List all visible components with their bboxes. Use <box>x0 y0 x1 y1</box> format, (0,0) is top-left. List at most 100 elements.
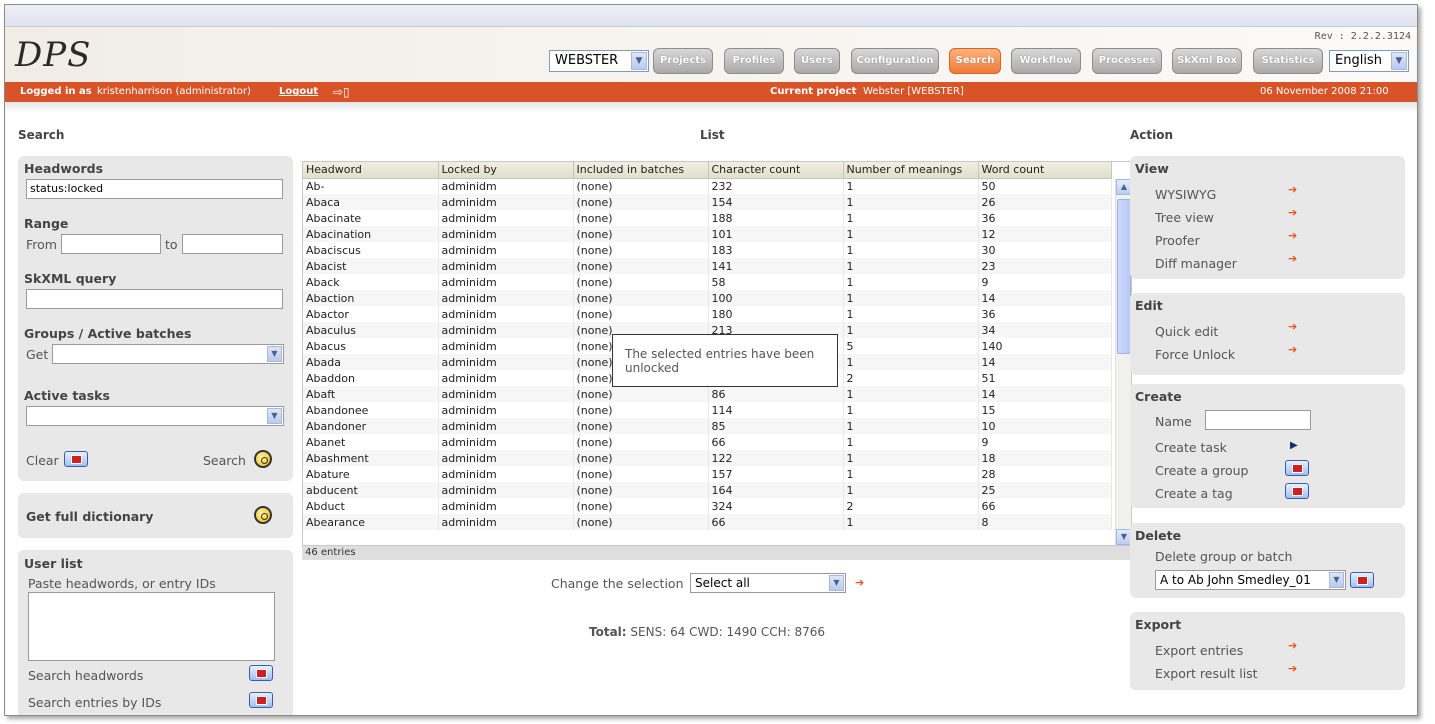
create-group[interactable]: Create a group <box>1155 463 1248 478</box>
arrow-right-icon[interactable]: ➔ <box>1288 321 1300 333</box>
grid-scrollbar[interactable]: ▲ ▼ <box>1115 179 1132 545</box>
table-row[interactable]: Abandonee adminidm (none) 114 1 15 <box>303 402 1112 418</box>
arrow-right-icon[interactable]: ➔ <box>1288 663 1300 675</box>
scroll-thumb[interactable] <box>1117 199 1131 354</box>
table-cell: adminidm <box>438 450 574 466</box>
arrow-right-icon[interactable]: ➔ <box>1288 640 1300 652</box>
create-group-icon[interactable] <box>1285 460 1309 476</box>
table-cell: Abanet <box>303 434 439 450</box>
table-row[interactable]: Abduct adminidm (none) 324 2 66 <box>303 498 1112 514</box>
force-unlock[interactable]: Force Unlock <box>1155 347 1235 362</box>
nav-configuration[interactable]: Configuration <box>851 48 939 74</box>
nav-projects[interactable]: Projects <box>653 48 713 74</box>
chevron-down-icon[interactable]: ▼ <box>1391 52 1407 70</box>
export-entries[interactable]: Export entries <box>1155 643 1243 658</box>
table-cell: Abacinate <box>303 210 439 226</box>
table-cell: (none) <box>573 450 709 466</box>
nav-statistics[interactable]: Statistics <box>1253 48 1323 74</box>
table-row[interactable]: Abaciscus adminidm (none) 183 1 30 <box>303 242 1112 258</box>
range-from-input[interactable] <box>61 234 161 254</box>
col-word-count[interactable]: Word count <box>978 162 1112 179</box>
chevron-down-icon[interactable]: ▼ <box>267 408 282 424</box>
project-select[interactable]: WEBSTER ▼ <box>549 50 649 72</box>
view-diff-manager[interactable]: Diff manager <box>1155 256 1237 271</box>
chevron-down-icon[interactable]: ▼ <box>631 52 647 70</box>
table-row[interactable]: Abearance adminidm (none) 66 1 8 <box>303 514 1112 530</box>
clear-icon[interactable] <box>64 451 88 467</box>
arrow-right-icon[interactable]: ➔ <box>1288 184 1300 196</box>
user-list-textarea[interactable] <box>28 592 275 661</box>
create-tag[interactable]: Create a tag <box>1155 486 1233 501</box>
header-banner: DPS Rev : 2.2.2.3124 WEBSTER ▼ Projects … <box>5 27 1417 82</box>
table-row[interactable]: Abaction adminidm (none) 100 1 14 <box>303 290 1112 306</box>
view-wysiwyg[interactable]: WYSIWYG <box>1155 187 1216 202</box>
delete-icon[interactable] <box>1350 572 1374 588</box>
switch-user-icon[interactable]: ⇨▯ <box>333 82 350 102</box>
table-cell: 114 <box>708 402 844 418</box>
nav-search[interactable]: Search <box>949 48 1001 74</box>
table-row[interactable]: Abaft adminidm (none) 86 1 14 <box>303 386 1112 402</box>
chevron-down-icon[interactable]: ▼ <box>1329 572 1344 588</box>
table-cell: 1 <box>843 402 979 418</box>
table-row[interactable]: Abandoner adminidm (none) 85 1 10 <box>303 418 1112 434</box>
search-icon[interactable] <box>254 506 272 524</box>
col-number-meanings[interactable]: Number of meanings <box>843 162 979 179</box>
nav-processes[interactable]: Processes <box>1092 48 1162 74</box>
chevron-down-icon[interactable]: ▼ <box>829 575 844 591</box>
table-cell: adminidm <box>438 290 574 306</box>
delete-select[interactable]: A to Ab John Smedley_01 ▼ <box>1155 570 1346 590</box>
view-proofer[interactable]: Proofer <box>1155 233 1200 248</box>
arrow-right-icon[interactable]: ➔ <box>1288 207 1300 219</box>
create-tag-icon[interactable] <box>1285 483 1309 499</box>
col-locked-by[interactable]: Locked by <box>438 162 574 179</box>
table-row[interactable]: Abature adminidm (none) 157 1 28 <box>303 466 1112 482</box>
table-row[interactable]: Aback adminidm (none) 58 1 9 <box>303 274 1112 290</box>
nav-skxml-box[interactable]: SkXml Box <box>1172 48 1242 74</box>
logout-link[interactable]: Logout <box>279 82 318 102</box>
name-input[interactable] <box>1205 410 1311 430</box>
export-result-list[interactable]: Export result list <box>1155 666 1258 681</box>
skxml-query-input[interactable] <box>26 289 283 309</box>
table-row[interactable]: Abactor adminidm (none) 180 1 36 <box>303 306 1112 322</box>
table-header-row: Headword Locked by Included in batches C… <box>303 162 1112 179</box>
change-selection-select[interactable]: Select all ▼ <box>690 573 846 593</box>
search-headwords-icon[interactable] <box>249 665 273 681</box>
apply-arrow-icon[interactable]: ➔ <box>855 577 867 589</box>
arrow-right-icon[interactable]: ➔ <box>1288 344 1300 356</box>
revision-label: Rev : 2.2.2.3124 <box>1314 31 1411 42</box>
table-row[interactable]: Abanet adminidm (none) 66 1 9 <box>303 434 1112 450</box>
quick-edit[interactable]: Quick edit <box>1155 324 1218 339</box>
play-icon[interactable]: ▶ <box>1290 440 1298 451</box>
headwords-input[interactable]: status:locked <box>26 179 283 199</box>
table-cell: 324 <box>708 498 844 514</box>
nav-workflow[interactable]: Workflow <box>1011 48 1081 74</box>
col-headword[interactable]: Headword <box>303 162 439 179</box>
range-to-input[interactable] <box>182 234 283 254</box>
language-select[interactable]: English ▼ <box>1329 50 1409 72</box>
search-icon[interactable] <box>254 450 272 468</box>
table-row[interactable]: Ab-adminidm (none) 232 1 50 <box>303 178 1112 194</box>
skxml-query-label: SkXML query <box>24 271 117 286</box>
col-character-count[interactable]: Character count <box>708 162 844 179</box>
table-cell: adminidm <box>438 306 574 322</box>
nav-profiles[interactable]: Profiles <box>724 48 784 74</box>
groups-select[interactable]: ▼ <box>52 344 284 364</box>
table-cell: Abaca <box>303 194 439 210</box>
table-row[interactable]: Abacination adminidm (none) 101 1 12 <box>303 226 1112 242</box>
table-row[interactable]: Abacist adminidm (none) 141 1 23 <box>303 258 1112 274</box>
arrow-right-icon[interactable]: ➔ <box>1288 253 1300 265</box>
view-tree[interactable]: Tree view <box>1155 210 1214 225</box>
nav-users[interactable]: Users <box>794 48 840 74</box>
table-row[interactable]: abducent adminidm (none) 164 1 25 <box>303 482 1112 498</box>
table-cell: (none) <box>573 418 709 434</box>
table-row[interactable]: Abashment adminidm (none) 122 1 18 <box>303 450 1112 466</box>
chevron-down-icon[interactable]: ▼ <box>267 346 282 362</box>
active-tasks-select[interactable]: ▼ <box>26 406 284 426</box>
arrow-right-icon[interactable]: ➔ <box>1288 230 1300 242</box>
search-ids-icon[interactable] <box>249 692 273 708</box>
table-row[interactable]: Abacinate adminidm (none) 188 1 36 <box>303 210 1112 226</box>
create-task[interactable]: Create task <box>1155 440 1227 455</box>
table-row[interactable]: Abaca adminidm (none) 154 1 26 <box>303 194 1112 210</box>
col-included-batches[interactable]: Included in batches <box>573 162 709 179</box>
table-cell: 10 <box>978 418 1112 434</box>
